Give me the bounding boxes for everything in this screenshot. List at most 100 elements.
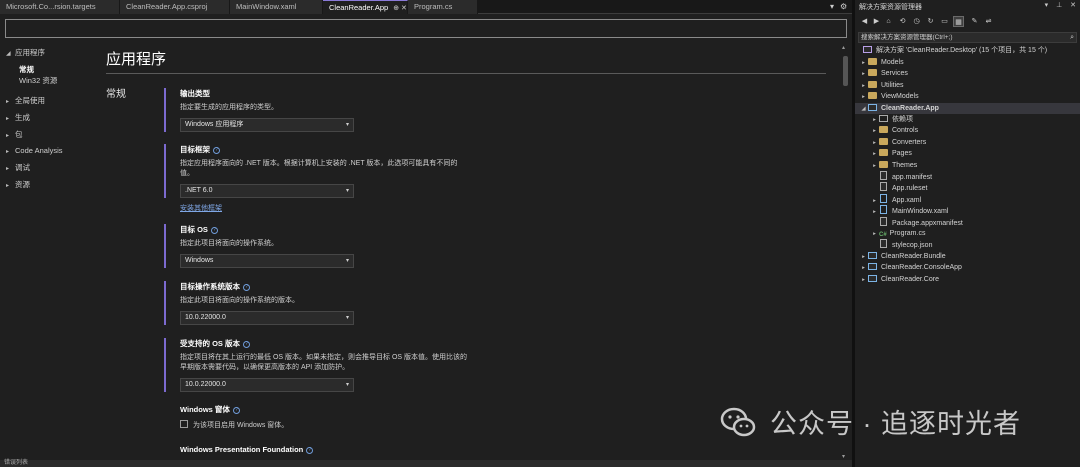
expand-toggle-icon[interactable]: ▸ xyxy=(870,229,879,240)
tree-item[interactable]: ▸ ViewModels xyxy=(855,91,1080,102)
back-icon[interactable]: ◀ xyxy=(859,16,870,27)
tree-item[interactable]: ▸ C# Program.cs xyxy=(855,228,1080,239)
tab-csproj[interactable]: CleanReader.App.csproj xyxy=(120,0,230,14)
setting-description-line: 早期版本需要代码，以确保更高版本的 API 添加防护。 xyxy=(180,364,350,371)
expand-toggle-icon[interactable]: ▸ xyxy=(870,138,879,149)
select-value: 10.0.22000.0 xyxy=(185,314,226,321)
tree-item[interactable]: ▸ CleanReader.ConsoleApp xyxy=(855,262,1080,273)
settings-search-input[interactable] xyxy=(5,19,847,38)
tree-item[interactable]: ▸ MainWindow.xaml xyxy=(855,205,1080,216)
nav-item-debug[interactable]: ▸ 调试 xyxy=(6,162,30,173)
pin-icon[interactable]: ⊥ xyxy=(1056,2,1062,9)
explorer-search-input[interactable]: 搜索解决方案资源管理器(Ctrl+;) ⌕ xyxy=(858,32,1077,43)
close-icon[interactable]: ✕ xyxy=(1070,2,1076,9)
help-icon[interactable]: ? xyxy=(243,284,250,291)
tree-item[interactable]: ▸ CleanReader.Core xyxy=(855,274,1080,285)
tree-item[interactable]: Package.appxmanifest xyxy=(855,216,1080,228)
help-icon[interactable]: ? xyxy=(213,147,220,154)
tab-dropdown-icon[interactable]: ▾ xyxy=(830,2,834,11)
tab-mainwindow-xaml[interactable]: MainWindow.xaml xyxy=(230,0,323,14)
preview-icon[interactable]: ⇌ xyxy=(983,16,994,27)
expand-toggle-icon[interactable]: ▸ xyxy=(870,115,879,126)
nav-item-win32-resources[interactable]: Win32 资源 xyxy=(19,75,57,86)
tree-item[interactable]: ▸ Themes xyxy=(855,160,1080,171)
forward-icon[interactable]: ▶ xyxy=(871,16,882,27)
tab-program-cs[interactable]: Program.cs xyxy=(408,0,478,14)
nav-item-global-usings[interactable]: ▸ 全局使用 xyxy=(6,95,45,106)
sync-icon[interactable]: ⟲ xyxy=(897,16,908,27)
chevron-down-icon: ▾ xyxy=(345,258,349,264)
expand-toggle-icon[interactable]: ◢ xyxy=(859,104,868,115)
setting-supported-os-version: 受支持的 OS 版本? 指定项目将在其上运行的最低 OS 版本。如果未指定，则会… xyxy=(164,338,467,392)
help-icon[interactable]: ? xyxy=(306,447,314,454)
chevron-down-icon: ▾ xyxy=(345,122,349,128)
tree-item[interactable]: ▸ CleanReader.Bundle xyxy=(855,251,1080,262)
scroll-down-icon[interactable]: ▾ xyxy=(842,453,845,460)
collapse-all-icon[interactable]: ▭ xyxy=(939,16,950,27)
tree-item[interactable]: ▸ Converters xyxy=(855,137,1080,148)
expand-toggle-icon[interactable]: ▸ xyxy=(859,252,868,263)
expand-toggle-icon[interactable]: ▸ xyxy=(859,69,868,80)
tree-item-label: Pages xyxy=(892,150,912,158)
tree-item[interactable]: ▸ Models xyxy=(855,57,1080,68)
scroll-up-icon[interactable]: ▴ xyxy=(842,44,845,51)
install-other-frameworks-link[interactable]: 安装其他框架 xyxy=(180,203,222,213)
tree-item[interactable]: ▸ 依赖项 xyxy=(855,114,1080,125)
dropdown-icon[interactable]: ▾ xyxy=(1045,2,1049,9)
help-icon[interactable]: ? xyxy=(243,341,251,348)
tree-item-label: Models xyxy=(881,59,904,66)
nav-item-resources[interactable]: ▸ 资源 xyxy=(6,179,30,190)
expand-toggle-icon[interactable]: ▸ xyxy=(859,275,868,286)
nav-item-code-analysis[interactable]: ▸ Code Analysis xyxy=(6,146,63,155)
scroll-thumb[interactable] xyxy=(843,56,848,86)
expand-toggle-icon[interactable]: ▸ xyxy=(870,126,879,137)
nav-item-general[interactable]: 常规 xyxy=(19,64,34,75)
show-all-files-icon[interactable]: ▦ xyxy=(953,16,964,27)
settings-icon[interactable]: ⚙ xyxy=(840,2,847,11)
help-icon[interactable]: ? xyxy=(210,227,218,234)
tree-item[interactable]: ▸ Services xyxy=(855,68,1080,79)
windows-forms-checkbox[interactable] xyxy=(180,420,188,428)
tree-item[interactable]: ▸ Utilities xyxy=(855,80,1080,91)
expand-toggle-icon[interactable]: ▸ xyxy=(859,263,868,274)
target-os-select[interactable]: Windows ▾ xyxy=(180,254,354,268)
expand-toggle-icon[interactable]: ▸ xyxy=(870,161,879,172)
nav-item-package[interactable]: ▸ 包 xyxy=(6,129,23,140)
tree-item[interactable]: ▸ Controls xyxy=(855,125,1080,136)
watermark: 公众号 · 追逐时光者 xyxy=(720,400,1055,440)
expand-toggle-icon[interactable]: ▸ xyxy=(870,149,879,160)
tab-microsoft-targets[interactable]: Microsoft.Co...rsion.targets xyxy=(0,0,120,14)
tree-solution-root[interactable]: 解决方案 'CleanReader.Desktop' (15 个项目，共 15 … xyxy=(855,45,1080,56)
target-framework-select[interactable]: .NET 6.0 ▾ xyxy=(180,184,354,198)
setting-windows-forms: Windows 窗体? 为该项目启用 Windows 窗体。 xyxy=(180,404,288,430)
expand-toggle-icon[interactable]: ▸ xyxy=(859,92,868,103)
content-scrollbar[interactable]: ▴ ▾ xyxy=(841,44,850,460)
nav-item-label: 包 xyxy=(15,130,23,139)
nav-item-build[interactable]: ▸ 生成 xyxy=(6,112,30,123)
target-os-version-select[interactable]: 10.0.22000.0 ▾ xyxy=(180,311,354,325)
tree-item[interactable]: App.ruleset xyxy=(855,182,1080,193)
help-icon[interactable]: ? xyxy=(232,407,240,414)
home-icon[interactable]: ⌂ xyxy=(883,16,894,27)
nav-item-label: 全局使用 xyxy=(15,96,45,105)
tab-cleanreader-app[interactable]: CleanReader.App ⊕ ✕ xyxy=(323,0,408,14)
tree-item[interactable]: stylecop.json xyxy=(855,239,1080,250)
explorer-toolbar: ◀ ▶ ⌂ ⟲ ◷ ↻ ▭ ▦ ✎ ⇌ xyxy=(855,14,1080,30)
expand-toggle-icon[interactable]: ▸ xyxy=(859,81,868,92)
tree-item[interactable]: ▸ Pages xyxy=(855,148,1080,159)
nav-item-label: 生成 xyxy=(15,113,30,122)
explorer-window-controls: ▾ ⊥ ✕ xyxy=(1039,1,1076,9)
bottom-panel-bar[interactable]: 错误列表 xyxy=(0,460,852,467)
tree-item[interactable]: ◢ CleanReader.App xyxy=(855,102,1080,115)
refresh-icon[interactable]: ↻ xyxy=(925,16,936,27)
pin-close-icon[interactable]: ⊕ ✕ xyxy=(393,5,407,12)
pending-changes-icon[interactable]: ◷ xyxy=(911,16,922,27)
tree-item[interactable]: ▸ App.xaml xyxy=(855,193,1080,205)
expand-toggle-icon[interactable]: ▸ xyxy=(859,58,868,69)
properties-icon[interactable]: ✎ xyxy=(969,16,980,27)
output-type-select[interactable]: Windows 应用程序 ▾ xyxy=(180,118,354,132)
supported-os-version-select[interactable]: 10.0.22000.0 ▾ xyxy=(180,378,354,392)
tree-item[interactable]: app.manifest xyxy=(855,171,1080,182)
folder-icon xyxy=(868,69,877,77)
nav-item-application[interactable]: ◢ 应用程序 xyxy=(6,47,45,58)
